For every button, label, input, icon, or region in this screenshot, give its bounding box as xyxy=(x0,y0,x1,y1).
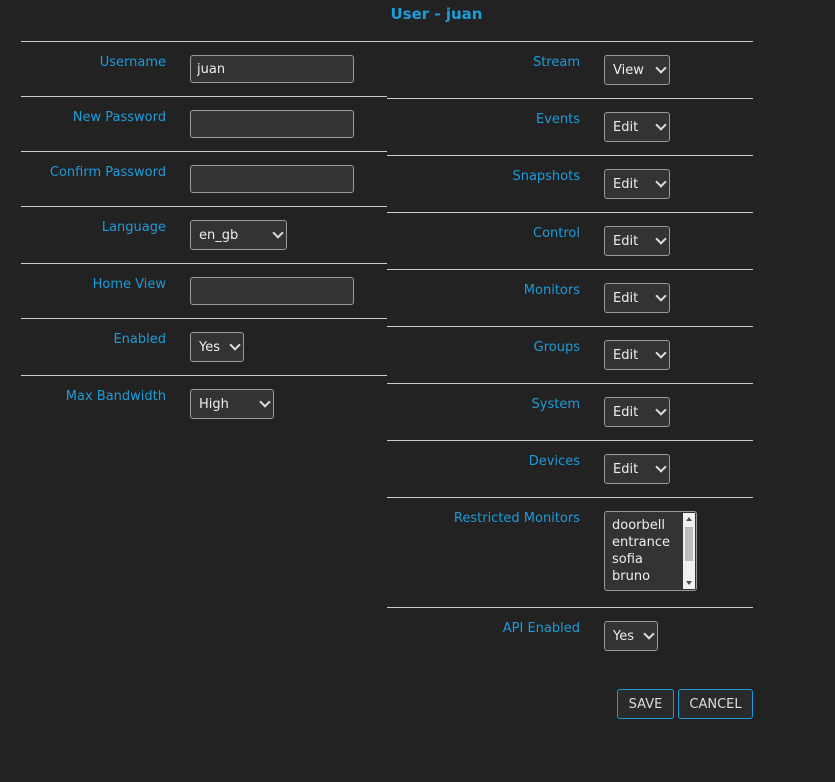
home-view-label: Home View xyxy=(92,277,166,292)
username-input[interactable] xyxy=(190,55,354,83)
chevron-down-icon xyxy=(655,62,667,74)
stream-select[interactable]: View xyxy=(604,55,670,85)
events-row: Events Edit xyxy=(387,99,753,156)
new-password-row: New Password xyxy=(21,97,387,152)
events-select-value: Edit xyxy=(613,119,639,135)
restricted-monitors-options: doorbell entrance sofia bruno xyxy=(612,517,670,585)
snapshots-label: Snapshots xyxy=(512,169,580,184)
username-label: Username xyxy=(99,55,166,70)
max-bandwidth-label: Max Bandwidth xyxy=(65,389,166,404)
snapshots-select-value: Edit xyxy=(613,176,639,192)
control-row: Control Edit xyxy=(387,213,753,270)
chevron-down-icon xyxy=(655,290,667,302)
api-enabled-select[interactable]: Yes xyxy=(604,621,658,651)
restricted-monitors-row: Restricted Monitors doorbell entrance so… xyxy=(387,498,753,608)
devices-select-value: Edit xyxy=(613,461,639,477)
cancel-button[interactable]: CANCEL xyxy=(678,689,753,719)
chevron-down-icon xyxy=(655,119,667,131)
devices-row: Devices Edit xyxy=(387,441,753,498)
enabled-row: Enabled Yes xyxy=(21,319,387,376)
control-select[interactable]: Edit xyxy=(604,226,670,256)
control-label: Control xyxy=(533,226,580,241)
monitors-select[interactable]: Edit xyxy=(604,283,670,313)
left-column: Username New Password Confirm Password L… xyxy=(21,42,387,433)
max-bandwidth-row: Max Bandwidth High xyxy=(21,376,387,433)
new-password-input[interactable] xyxy=(190,110,354,138)
events-label: Events xyxy=(535,112,580,127)
groups-select-value: Edit xyxy=(613,347,639,363)
max-bandwidth-select-value: High xyxy=(199,396,229,412)
restricted-monitors-label: Restricted Monitors xyxy=(453,511,580,526)
home-view-input[interactable] xyxy=(190,277,354,305)
monitors-label: Monitors xyxy=(523,283,580,298)
enabled-select[interactable]: Yes xyxy=(190,332,244,362)
language-select[interactable]: en_gb xyxy=(190,220,287,250)
snapshots-select[interactable]: Edit xyxy=(604,169,670,199)
listbox-scrollbar[interactable] xyxy=(683,513,695,589)
scroll-up-arrow-icon[interactable] xyxy=(686,517,692,521)
enabled-label: Enabled xyxy=(113,332,166,347)
list-item[interactable]: sofia xyxy=(612,551,670,568)
user-edit-page: User - juan Username New Password Confir… xyxy=(0,0,835,782)
restricted-monitors-listbox[interactable]: doorbell entrance sofia bruno xyxy=(604,511,697,591)
list-item[interactable]: entrance xyxy=(612,534,670,551)
list-item[interactable]: bruno xyxy=(612,568,670,585)
chevron-down-icon xyxy=(655,461,667,473)
api-enabled-row: API Enabled Yes xyxy=(387,608,753,665)
chevron-down-icon xyxy=(655,404,667,416)
confirm-password-label: Confirm Password xyxy=(49,165,166,180)
control-select-value: Edit xyxy=(613,233,639,249)
groups-select[interactable]: Edit xyxy=(604,340,670,370)
stream-row: Stream View xyxy=(387,42,753,99)
new-password-label: New Password xyxy=(72,110,166,125)
system-label: System xyxy=(531,397,580,412)
confirm-password-row: Confirm Password xyxy=(21,152,387,207)
monitors-select-value: Edit xyxy=(613,290,639,306)
language-row: Language en_gb xyxy=(21,207,387,264)
chevron-down-icon xyxy=(272,227,284,239)
chevron-down-icon xyxy=(643,628,655,640)
events-select[interactable]: Edit xyxy=(604,112,670,142)
system-select[interactable]: Edit xyxy=(604,397,670,427)
language-select-value: en_gb xyxy=(199,227,239,243)
username-row: Username xyxy=(21,42,387,97)
devices-select[interactable]: Edit xyxy=(604,454,670,484)
api-enabled-label: API Enabled xyxy=(502,621,580,636)
save-button[interactable]: SAVE xyxy=(617,689,674,719)
stream-select-value: View xyxy=(613,62,644,78)
groups-label: Groups xyxy=(533,340,580,355)
chevron-down-icon xyxy=(229,339,241,351)
scrollbar-thumb[interactable] xyxy=(685,527,693,561)
monitors-row: Monitors Edit xyxy=(387,270,753,327)
enabled-select-value: Yes xyxy=(199,339,220,355)
scroll-down-arrow-icon[interactable] xyxy=(686,581,692,585)
chevron-down-icon xyxy=(655,176,667,188)
chevron-down-icon xyxy=(655,347,667,359)
system-select-value: Edit xyxy=(613,404,639,420)
confirm-password-input[interactable] xyxy=(190,165,354,193)
groups-row: Groups Edit xyxy=(387,327,753,384)
list-item[interactable]: doorbell xyxy=(612,517,670,534)
chevron-down-icon xyxy=(259,396,271,408)
page-title: User - juan xyxy=(390,5,483,23)
api-enabled-select-value: Yes xyxy=(613,628,634,644)
system-row: System Edit xyxy=(387,384,753,441)
snapshots-row: Snapshots Edit xyxy=(387,156,753,213)
max-bandwidth-select[interactable]: High xyxy=(190,389,274,419)
right-column: Stream View Events Edit Snapshots Edit C… xyxy=(387,42,753,665)
home-view-row: Home View xyxy=(21,264,387,319)
language-label: Language xyxy=(101,220,166,235)
devices-label: Devices xyxy=(528,454,580,469)
stream-label: Stream xyxy=(532,55,580,70)
chevron-down-icon xyxy=(655,233,667,245)
